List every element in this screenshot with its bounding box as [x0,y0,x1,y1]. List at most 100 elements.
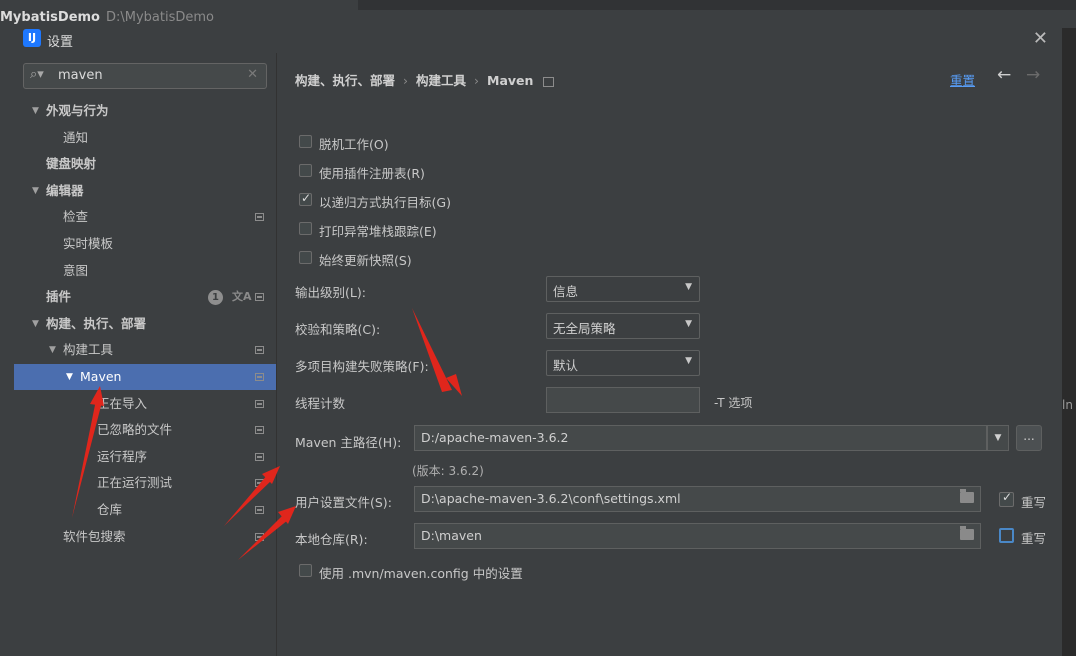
back-arrow-icon[interactable]: ← [997,65,1011,85]
sidebar-item-label: 软件包搜索 [63,528,126,544]
checkbox-checked[interactable] [999,490,1014,507]
sidebar-item-label: 检查 [63,209,89,225]
local-repo-input[interactable]: D:\maven [414,523,981,549]
chevron-down-icon[interactable]: ▼ [49,337,56,363]
thread-count-suffix: -T 选项 [714,396,753,410]
sidebar-item-label: 仓库 [97,502,123,517]
sidebar-item[interactable]: ▼ 编辑器 [14,178,276,204]
maven-settings-panel: 构建、执行、部署 › 构建工具 › Maven 重置 ← → 脱机工作(O) 使用插件注册… [277,53,1062,656]
checkbox-unchecked[interactable] [299,135,312,148]
intellij-logo-icon: IJ [23,29,41,47]
project-scope-icon [543,76,555,87]
checkbox-label: 打印异常堆栈跟踪(E) [319,224,437,239]
settings-search-input[interactable]: ⌕▾ maven ✕ [23,63,267,89]
project-scope-icon [255,373,264,381]
checkbox-unchecked[interactable] [299,164,312,177]
sidebar-item[interactable]: 运行程序 [14,444,276,470]
sidebar-item-label: 构建工具 [63,342,114,358]
checkbox-unchecked[interactable] [299,251,312,264]
sidebar-item[interactable]: 键盘映射 [14,151,276,177]
sidebar-item[interactable]: ▼ Maven [14,364,276,390]
sidebar-item[interactable]: 已忽略的文件 [14,417,276,443]
sidebar-item[interactable]: 实时模板 [14,231,276,257]
sidebar-item-label: 正在运行测试 [97,475,173,491]
checkbox-checked[interactable] [299,191,312,206]
sidebar-item[interactable]: 软件包搜索 [14,524,276,550]
sidebar-item-label: 编辑器 [46,182,84,198]
project-scope-icon [255,213,264,222]
checksum-policy-select[interactable]: 无全局策略 ▼ [546,313,700,339]
sidebar-item[interactable]: 仓库 [14,497,276,523]
multiproject-fail-select[interactable]: 默认 ▼ [546,350,700,376]
checkbox-unchecked[interactable] [299,222,312,235]
reset-link[interactable]: 重置 [950,70,975,89]
update-count-badge: 1 [208,290,223,306]
settings-sidebar: ⌕▾ maven ✕ ▼ 外观与行为通知键盘映射 ▼ 编辑器检查实时模板意图插件 1 文A… [14,53,277,656]
maven-home-input[interactable]: D:/apache-maven-3.6.2 [414,425,987,451]
sidebar-item[interactable]: ▼ 外观与行为 [14,98,276,124]
ide-editor-tabs [358,0,1076,10]
breadcrumb: 构建、执行、部署 › 构建工具 › Maven [295,70,555,89]
maven-home-dropdown-button[interactable]: ▼ [987,425,1009,451]
sidebar-item[interactable]: 检查 [14,204,276,230]
project-scope-icon [255,479,264,488]
sidebar-item[interactable]: ▼ 构建工具 [14,337,276,363]
sidebar-item[interactable]: 通知 [14,125,276,151]
browse-button[interactable]: ... [1016,425,1042,451]
local-repo-label: 本地仓库(R): [295,532,368,547]
project-scope-icon [255,399,264,408]
thread-count-label: 线程计数 [295,396,346,411]
sidebar-item-label: 通知 [63,129,89,145]
sidebar-item[interactable]: 意图 [14,258,276,284]
checkbox-label: 脱机工作(O) [319,137,389,152]
sidebar-item-label: 实时模板 [63,236,114,251]
sidebar-item-label: 运行程序 [97,448,148,464]
maven-version: (版本: 3.6.2) [412,464,484,478]
chevron-down-icon: ▼ [685,282,692,292]
thread-count-input[interactable] [546,387,700,413]
forward-arrow-icon[interactable]: → [1026,65,1040,85]
chevron-down-icon[interactable]: ▼ [32,98,39,124]
ide-left-toolstrip [0,28,14,656]
sidebar-item[interactable]: 插件 1 文A [14,284,276,310]
chevron-down-icon[interactable]: ▼ [32,311,39,337]
chevron-down-icon[interactable]: ▼ [32,178,39,204]
user-settings-input[interactable]: D:\apache-maven-3.6.2\conf\settings.xml [414,486,981,512]
search-icon: ⌕▾ [30,67,44,82]
sidebar-item[interactable]: ▼ 构建、执行、部署 [14,311,276,337]
checkbox-unchecked[interactable] [999,528,1014,543]
output-level-select[interactable]: 信息 ▼ [546,276,700,302]
sidebar-item[interactable]: 正在运行测试 [14,470,276,496]
close-icon[interactable]: ✕ [1033,28,1048,49]
sidebar-item[interactable]: 正在导入 [14,391,276,417]
output-level-label: 输出级别(L): [295,285,366,300]
clear-search-icon[interactable]: ✕ [247,67,258,82]
checksum-policy-label: 校验和策略(C): [295,322,381,337]
dialog-title: 设置 [47,35,74,50]
folder-icon[interactable] [960,489,974,503]
settings-dialog: IJ 设置 ✕ ⌕▾ maven ✕ ▼ 外观与行为通知键盘映射 ▼ 编辑器检查实时模… [14,25,1062,656]
chevron-down-icon[interactable]: ▼ [66,364,73,390]
sidebar-item-label: 已忽略的文件 [97,422,173,438]
checkbox-label: 使用插件注册表(R) [319,166,425,181]
ide-right-edge-text: ln [1062,398,1073,412]
user-settings-label: 用户设置文件(S): [295,495,392,510]
folder-icon[interactable] [960,526,974,540]
sidebar-item-label: 插件 [46,289,72,305]
sidebar-item-label: Maven [80,369,122,384]
checkbox-label: 始终更新快照(S) [319,253,412,268]
project-scope-icon [255,532,264,541]
project-scope-icon [255,452,264,461]
project-scope-icon [255,426,264,435]
checkbox-label: 以递归方式执行目标(G) [319,195,451,210]
chevron-down-icon: ▼ [685,356,692,366]
project-scope-icon [255,293,264,302]
dialog-titlebar: IJ 设置 ✕ [14,25,1062,53]
project-scope-icon [255,346,264,355]
sidebar-item-label: 正在导入 [97,395,148,411]
multiproject-fail-label: 多项目构建失败策略(F): [295,359,429,374]
translate-icon: 文A [232,290,252,304]
sidebar-item-label: 意图 [63,262,89,278]
maven-home-label: Maven 主路径(H): [295,435,402,450]
sidebar-item-label: 键盘映射 [46,156,97,172]
